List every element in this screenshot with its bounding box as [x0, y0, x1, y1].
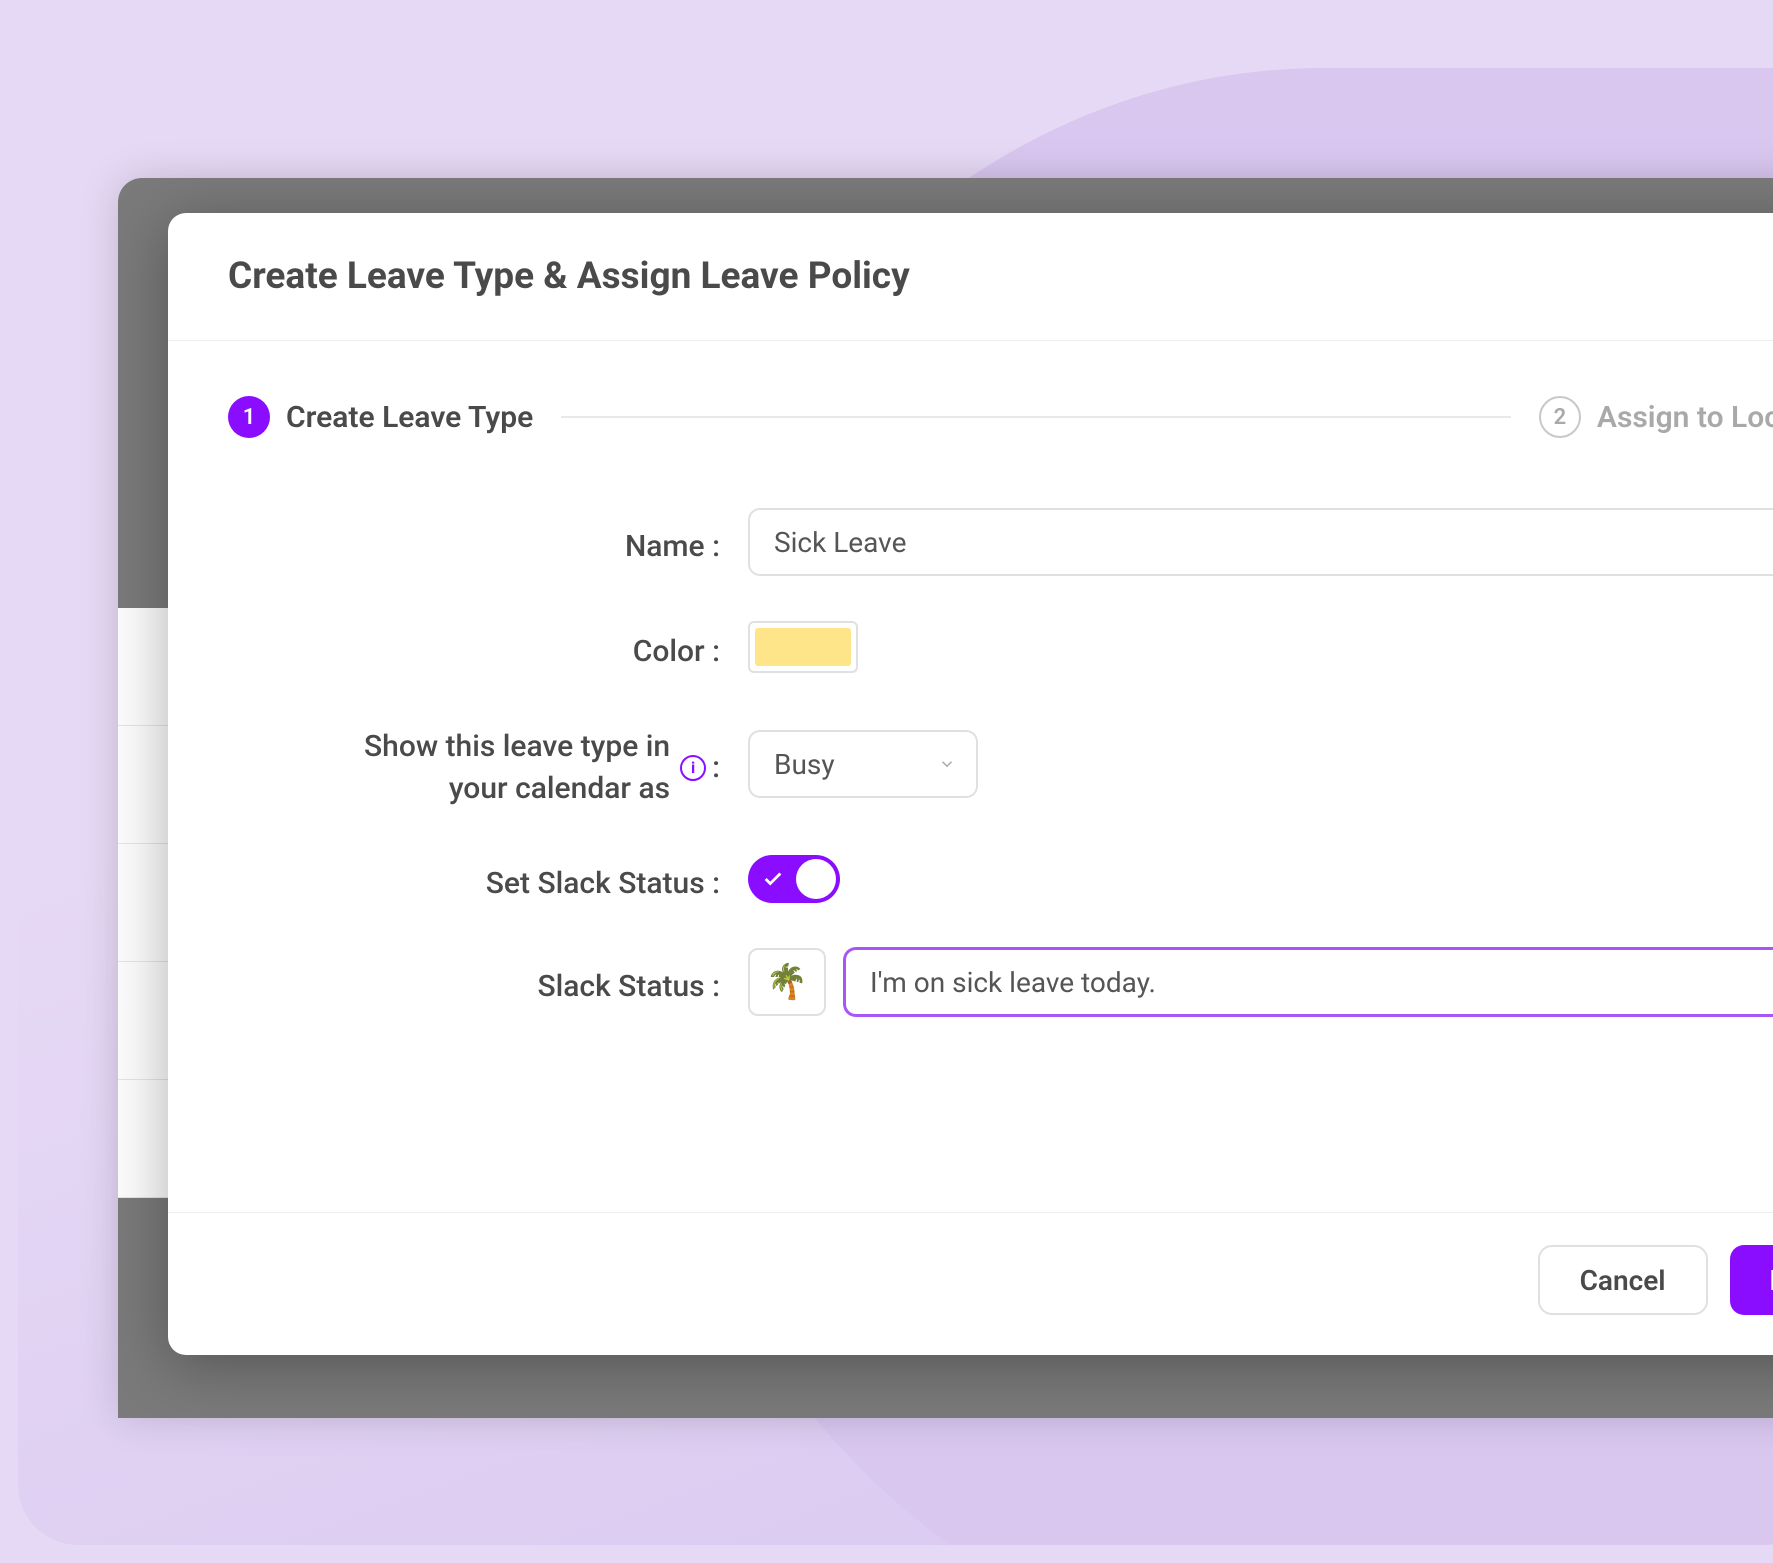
create-leave-type-modal: Create Leave Type & Assign Leave Policy … — [168, 213, 1773, 1355]
modal-footer: Cancel Next — [168, 1212, 1773, 1355]
check-icon — [762, 868, 784, 890]
modal-header: Create Leave Type & Assign Leave Policy — [168, 213, 1773, 341]
slack-status-input[interactable] — [844, 948, 1773, 1016]
calendar-status-select[interactable]: Busy — [748, 730, 978, 798]
step-assign-locations[interactable]: 2 Assign to Locations — [1539, 396, 1773, 438]
step-number: 1 — [228, 396, 270, 438]
step-label: Assign to Locations — [1597, 400, 1773, 435]
stepper: 1 Create Leave Type 2 Assign to Location… — [228, 396, 1773, 438]
cancel-button[interactable]: Cancel — [1538, 1245, 1708, 1315]
step-label: Create Leave Type — [286, 400, 533, 435]
color-label: Color : — [228, 626, 748, 669]
toggle-knob — [796, 859, 836, 899]
slack-status-label: Slack Status : — [228, 961, 748, 1004]
chevron-down-icon — [938, 755, 956, 773]
modal-body: 1 Create Leave Type 2 Assign to Location… — [168, 341, 1773, 1212]
step-create-leave-type[interactable]: 1 Create Leave Type — [228, 396, 533, 438]
modal-title: Create Leave Type & Assign Leave Policy — [228, 255, 910, 298]
slack-status-toggle[interactable] — [748, 855, 840, 903]
name-label: Name : — [228, 521, 748, 564]
next-button[interactable]: Next — [1730, 1245, 1773, 1315]
select-value: Busy — [774, 748, 835, 781]
color-swatch — [755, 628, 851, 666]
step-number: 2 — [1539, 396, 1581, 438]
info-icon[interactable]: i — [680, 755, 706, 781]
calendar-label: Show this leave type in your calendar as… — [228, 718, 748, 810]
slack-toggle-label: Set Slack Status : — [228, 858, 748, 901]
color-picker[interactable] — [748, 621, 858, 673]
step-connector — [561, 416, 1511, 418]
slack-emoji-picker[interactable]: 🌴 — [748, 948, 826, 1016]
palm-tree-icon: 🌴 — [766, 962, 808, 1002]
name-input[interactable] — [748, 508, 1773, 576]
